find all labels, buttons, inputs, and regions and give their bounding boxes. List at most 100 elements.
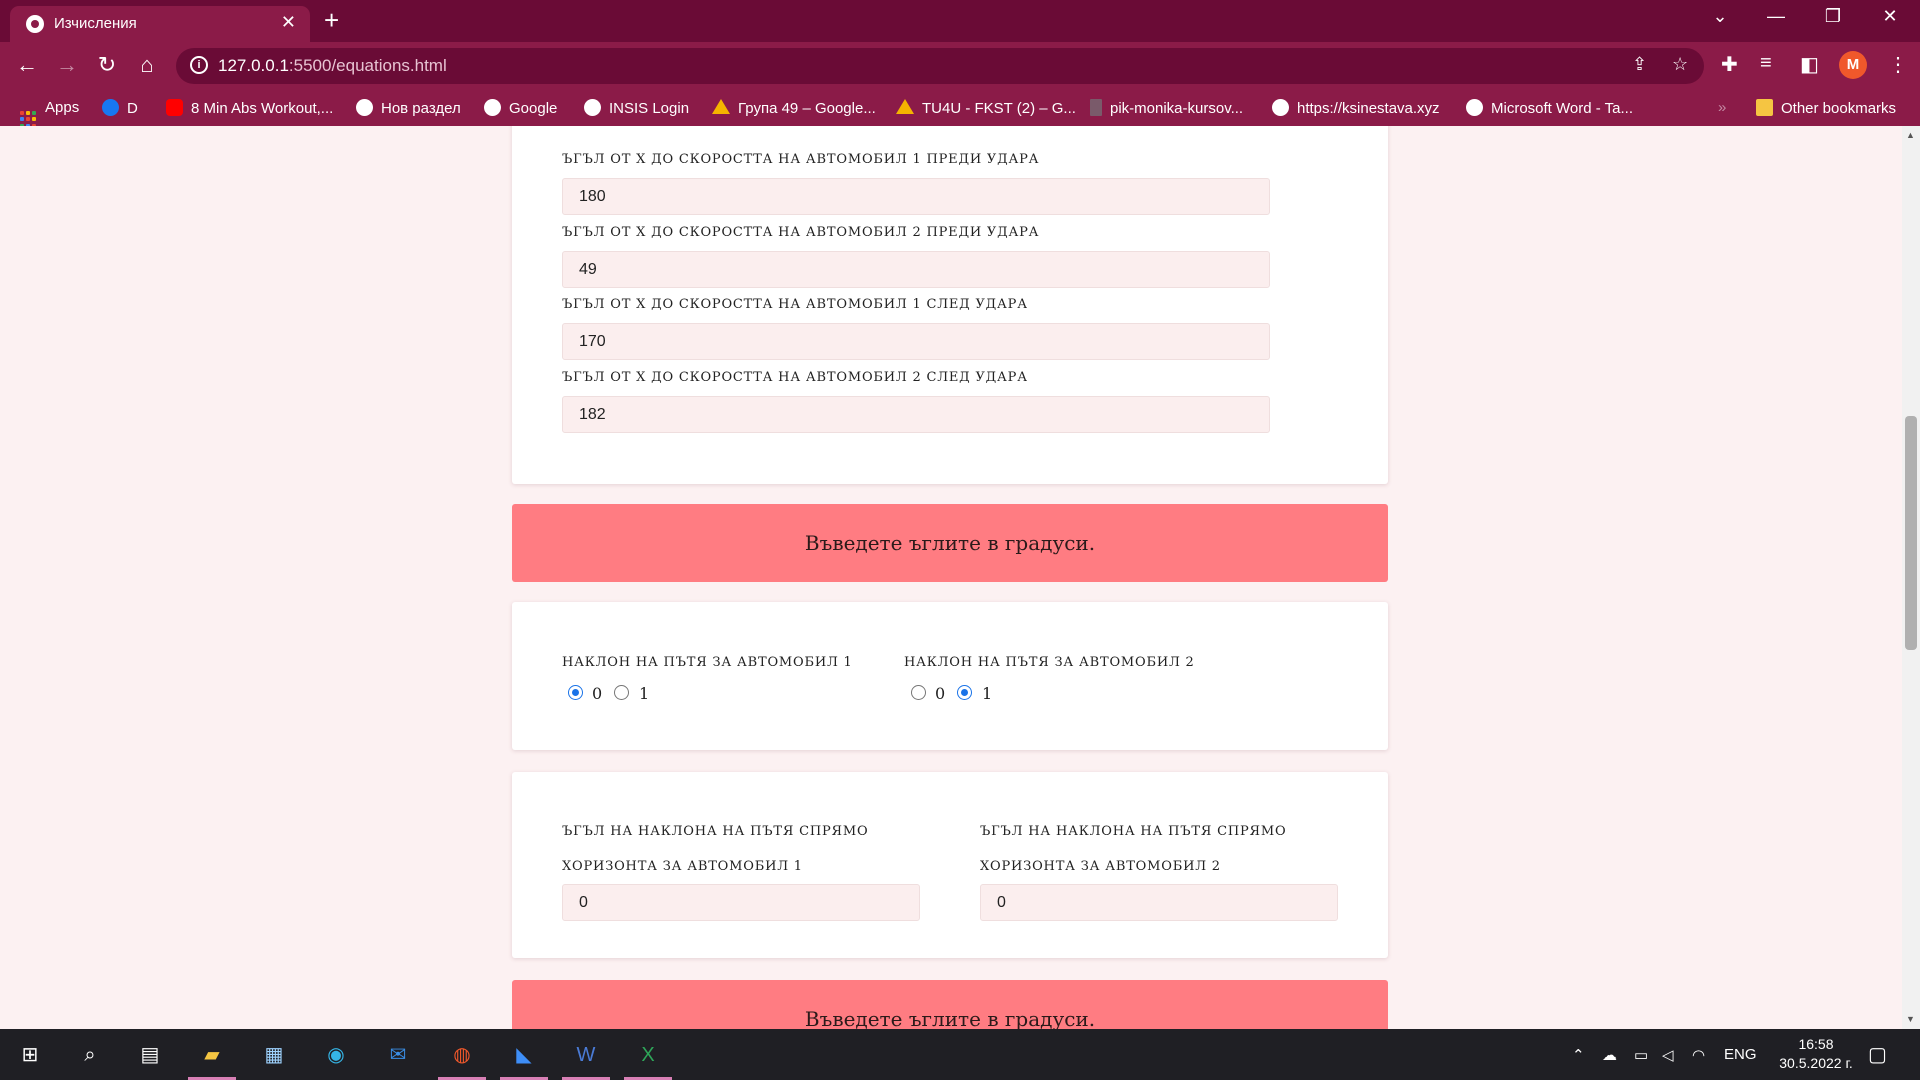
bookmark-facebook[interactable]: D — [102, 99, 138, 117]
slope-angle-car1-label-line2: хоризонта за автомобил 1 — [562, 859, 803, 874]
menu-icon[interactable]: ⋮ — [1888, 52, 1908, 77]
bookmark-google[interactable]: Google — [484, 99, 557, 117]
bookmark-youtube[interactable]: 8 Min Abs Workout,... — [166, 99, 333, 117]
slope-car1-option-1-label: 1 — [639, 684, 650, 703]
bookmark-insis[interactable]: INSIS Login — [584, 99, 689, 117]
battery-icon[interactable]: ▭ — [1634, 1046, 1648, 1064]
tab-title: Изчисления — [54, 15, 137, 32]
slope-car1-option-0-label: 0 — [592, 684, 603, 703]
search-icon[interactable]: ⌕ — [74, 1039, 106, 1071]
slope-car2-radio-0[interactable] — [911, 685, 926, 700]
globe-icon — [1272, 99, 1289, 116]
slope-car2-radio-1[interactable] — [957, 685, 972, 700]
wifi-icon[interactable]: ◠ — [1692, 1046, 1705, 1064]
profile-avatar[interactable]: M — [1839, 51, 1867, 79]
slope-car2-option-0-label: 0 — [935, 684, 946, 703]
notifications-icon[interactable]: ▢ — [1868, 1042, 1887, 1067]
slope-angle-car2-input[interactable]: 0 — [980, 884, 1338, 921]
more-bookmarks-chevron[interactable]: » — [1718, 99, 1726, 116]
mail-icon[interactable]: ✉ — [382, 1039, 414, 1071]
angle-car1-before-label: ъгъл от х до скоростта на автомобил 1 пр… — [562, 152, 1040, 167]
bookmark-pik-monika[interactable]: pik-monika-kursov... — [1090, 99, 1243, 117]
other-bookmarks[interactable]: Other bookmarks — [1756, 99, 1896, 117]
bookmark-apps[interactable]: Apps — [20, 99, 79, 128]
angle-car2-after-label: ъгъл от х до скоростта на автомобил 2 сл… — [562, 370, 1028, 385]
onedrive-icon[interactable]: ☁ — [1602, 1046, 1617, 1064]
scroll-up-arrow-icon[interactable]: ▲ — [1906, 130, 1915, 140]
clock-date: 30.5.2022 г. — [1779, 1055, 1853, 1071]
google-drive-icon — [896, 99, 914, 114]
bookmark-microsoft-word[interactable]: Microsoft Word - Ta... — [1466, 99, 1633, 117]
angle-car2-before-input[interactable]: 49 — [562, 251, 1270, 288]
bookmark-new-tab[interactable]: Нов раздел — [356, 99, 461, 117]
vscode-icon[interactable]: ◣ — [500, 1039, 548, 1080]
tab-search-icon[interactable]: ⌄ — [1700, 6, 1740, 27]
new-tab-button[interactable]: + — [324, 6, 339, 34]
bookmark-group49[interactable]: Група 49 – Google... — [712, 99, 876, 117]
microsoft-store-icon[interactable]: ▦ — [258, 1039, 290, 1071]
share-icon[interactable]: ⇪ — [1632, 54, 1647, 75]
forward-button[interactable]: → — [52, 52, 82, 78]
angle-car1-after-label: ъгъл от х до скоростта на автомобил 1 сл… — [562, 297, 1028, 312]
address-bar[interactable]: i 127.0.0.1:5500/equations.html ⇪ ☆ — [176, 48, 1704, 84]
facebook-icon — [102, 99, 119, 116]
globe-icon — [26, 15, 44, 33]
task-view-icon[interactable]: ▤ — [134, 1039, 166, 1071]
page-viewport: ъгъл от х до скоростта на автомобил 1 пр… — [0, 126, 1902, 1029]
scroll-down-arrow-icon[interactable]: ▼ — [1906, 1014, 1915, 1024]
extensions-icon[interactable]: ✚ — [1721, 52, 1738, 77]
slope-angle-car1-input[interactable]: 0 — [562, 884, 920, 921]
bookmark-ksinestava[interactable]: https://ksinestava.xyz — [1272, 99, 1440, 117]
media-controls-icon[interactable]: ≡ — [1760, 52, 1772, 75]
bookmark-tu4u[interactable]: TU4U - FKST (2) – G... — [896, 99, 1076, 117]
back-button[interactable]: ← — [12, 52, 42, 78]
slope-car1-radio-0[interactable] — [568, 685, 583, 700]
degrees-notice-banner-2: Въведете ъглите в градуси. — [512, 980, 1388, 1029]
globe-icon — [356, 99, 373, 116]
volume-icon[interactable]: ◁ — [1662, 1046, 1674, 1064]
angle-car2-after-input[interactable]: 182 — [562, 396, 1270, 433]
windows-taskbar: ⊞ ⌕ ▤ ▰ ▦ ◉ ✉ ◍ ◣ W X ⌃ ☁ ▭ ◁ ◠ ENG 16:5… — [0, 1029, 1920, 1080]
globe-icon — [1466, 99, 1483, 116]
home-button[interactable]: ⌂ — [132, 52, 162, 78]
excel-icon[interactable]: X — [624, 1039, 672, 1080]
google-icon — [484, 99, 501, 116]
scrollbar-thumb[interactable] — [1905, 416, 1917, 650]
bookmarks-bar: Apps D 8 Min Abs Workout,... Нов раздел … — [0, 90, 1920, 128]
file-explorer-icon[interactable]: ▰ — [188, 1039, 236, 1080]
degrees-notice-banner: Въведете ъглите в градуси. — [512, 504, 1388, 582]
road-slope-card: наклон на пътя за автомобил 1 0 1 наклон… — [512, 602, 1388, 750]
google-drive-icon — [712, 99, 730, 114]
active-tab[interactable]: Изчисления ✕ — [10, 6, 310, 42]
angle-car1-before-input[interactable]: 180 — [562, 178, 1270, 215]
clock-time: 16:58 — [1798, 1036, 1834, 1052]
page-scrollbar[interactable]: ▲ ▼ — [1902, 126, 1920, 1029]
restore-button[interactable]: ❐ — [1813, 6, 1853, 27]
word-icon[interactable]: W — [562, 1039, 610, 1080]
browser-titlebar: Изчисления ✕ + ⌄ — ❐ ✕ — [0, 0, 1920, 42]
angle-car2-before-label: ъгъл от х до скоростта на автомобил 2 пр… — [562, 225, 1040, 240]
minimize-button[interactable]: — — [1756, 6, 1796, 27]
windows-start-icon[interactable]: ⊞ — [14, 1039, 46, 1071]
slope-angle-card: ъгъл на наклона на пътя спрямо хоризонта… — [512, 772, 1388, 958]
show-hidden-icons-icon[interactable]: ⌃ — [1572, 1046, 1585, 1064]
close-window-button[interactable]: ✕ — [1870, 6, 1910, 27]
clock[interactable]: 16:58 30.5.2022 г. — [1770, 1035, 1862, 1073]
site-info-icon[interactable]: i — [190, 56, 208, 74]
close-tab-icon[interactable]: ✕ — [281, 12, 296, 33]
slope-angle-car2-label-line1: ъгъл на наклона на пътя спрямо — [980, 824, 1287, 839]
url-text[interactable]: 127.0.0.1:5500/equations.html — [218, 56, 447, 76]
reload-button[interactable]: ↻ — [92, 52, 122, 78]
bookmark-star-icon[interactable]: ☆ — [1672, 54, 1688, 75]
angle-car1-after-input[interactable]: 170 — [562, 323, 1270, 360]
browser-toolbar: ← → ↻ ⌂ i 127.0.0.1:5500/equations.html … — [0, 42, 1920, 90]
side-panel-icon[interactable]: ◧ — [1800, 52, 1819, 77]
language-indicator[interactable]: ENG — [1724, 1046, 1757, 1063]
globe-icon — [584, 99, 601, 116]
chrome-browser-icon[interactable]: ◍ — [438, 1039, 486, 1080]
edge-browser-icon[interactable]: ◉ — [320, 1039, 352, 1071]
slope-car2-option-1-label: 1 — [982, 684, 993, 703]
slope-car1-radio-1[interactable] — [614, 685, 629, 700]
slope-car1-label: наклон на пътя за автомобил 1 — [562, 655, 853, 670]
folder-icon — [1756, 99, 1773, 116]
